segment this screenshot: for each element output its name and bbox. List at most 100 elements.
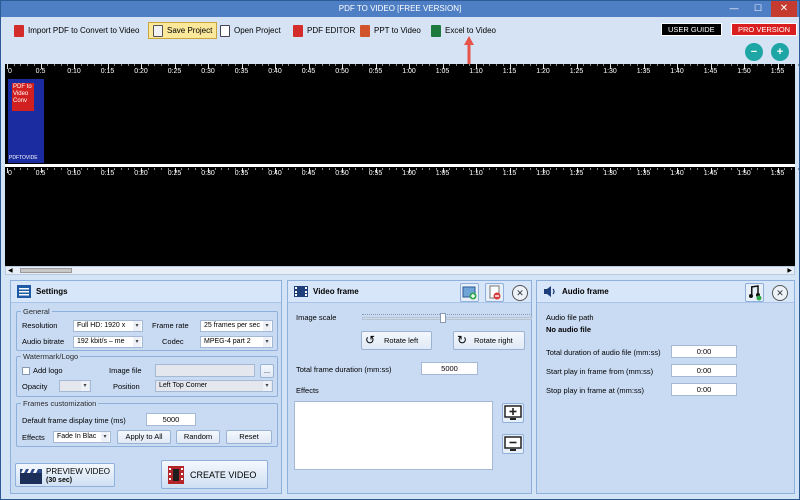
ruler-minor-tick (449, 168, 451, 170)
audio-bitrate-select[interactable]: 192 kbit/s – me (73, 336, 143, 348)
close-audio-frame-icon[interactable]: ✕ (772, 285, 788, 301)
apply-to-all-button[interactable]: Apply to All (117, 430, 171, 444)
position-select[interactable]: Left Top Corner (155, 380, 273, 392)
frame-duration-input[interactable]: 5000 (421, 362, 478, 375)
user-guide-button[interactable]: USER GUIDE (661, 23, 722, 36)
rotate-right-button[interactable]: ↻ Rotate right (453, 331, 525, 350)
ruler-minor-tick (362, 168, 364, 170)
remove-effect-icon[interactable] (502, 434, 524, 454)
ruler-minor-tick (53, 168, 55, 170)
ppt-to-video-label: PPT to Video (374, 26, 421, 35)
save-project-label: Save Project (167, 26, 213, 35)
image-scale-label: Image scale (296, 313, 337, 322)
ruler-minor-tick (415, 64, 417, 66)
ruler-minor-tick (717, 168, 719, 170)
timeline-ruler-bottom: 0 0:5 0:10 0:15 0:20 0:25 0:30 0:35 0:40 0:45 0:50… (5, 168, 799, 182)
rotate-left-button[interactable]: ↺ Rotate left (361, 331, 432, 350)
ruler-label: 0 (8, 68, 12, 75)
pdf-editor-button[interactable]: PDF EDITOR (288, 22, 360, 39)
ppt-to-video-button[interactable]: PPT to Video (355, 22, 426, 39)
browse-button[interactable]: ... (260, 364, 274, 378)
audio-start-input[interactable]: 0:00 (671, 364, 737, 377)
preview-video-button[interactable]: PREVIEW VIDEO (30 sec) (15, 463, 115, 487)
ruler-minor-tick (563, 168, 565, 170)
ruler-minor-tick (797, 64, 799, 66)
close-video-frame-icon[interactable]: ✕ (512, 285, 528, 301)
ruler-minor-tick (254, 168, 256, 170)
zoom-out-icon[interactable]: − (745, 43, 763, 61)
open-project-button[interactable]: Open Project (215, 22, 286, 39)
image-scale-slider[interactable] (362, 313, 532, 323)
ruler-label: 1:05 (435, 68, 450, 75)
ruler-minor-tick (589, 64, 591, 66)
ruler-minor-tick (636, 64, 638, 66)
import-pdf-button[interactable]: Import PDF to Convert to Video (9, 22, 144, 39)
ruler-minor-tick (650, 64, 652, 66)
zoom-in-icon[interactable]: + (771, 43, 789, 61)
settings-panel: Settings General Resolution Full HD: 192… (10, 280, 282, 494)
ruler-minor-tick (20, 64, 22, 66)
add-logo-checkbox[interactable] (22, 367, 30, 375)
maximize-icon[interactable]: ☐ (747, 1, 769, 17)
ruler-label: 1:40 (670, 68, 684, 75)
ruler-minor-tick (87, 64, 89, 66)
add-image-icon[interactable] (460, 283, 479, 302)
pdf-frame-thumbnail[interactable]: PDF to Video Conv PDFTOVIDE (8, 79, 44, 163)
settings-title: Settings (36, 287, 68, 296)
general-group-label: General (21, 307, 52, 316)
ruler-minor-tick (422, 168, 424, 170)
ruler-minor-tick (603, 64, 605, 66)
ruler-minor-tick (429, 168, 431, 170)
ruler-minor-tick (114, 168, 116, 170)
clapperboard-icon (20, 469, 42, 484)
minimize-icon[interactable]: — (723, 1, 745, 17)
remove-frame-icon[interactable] (485, 283, 504, 302)
random-button[interactable]: Random (176, 430, 220, 444)
ruler-minor-tick (228, 64, 230, 66)
audio-total-duration-input[interactable]: 0:00 (671, 345, 737, 358)
pro-version-button[interactable]: PRO VERSION (731, 23, 798, 36)
scrollbar-thumb[interactable] (20, 268, 72, 273)
ruler-minor-tick (154, 64, 156, 66)
ruler-minor-tick (288, 64, 290, 66)
default-time-input[interactable]: 5000 (146, 413, 196, 426)
resolution-select[interactable]: Full HD: 1920 x (73, 320, 143, 332)
timeline[interactable]: 0 0:5 0:10 0:15 0:20 0:25 0:30 0:35 0:40 0:45 0:50… (5, 64, 799, 266)
ruler-minor-tick (181, 64, 183, 66)
create-video-button[interactable]: CREATE VIDEO (161, 460, 268, 489)
image-file-input[interactable] (155, 364, 255, 377)
scroll-left-icon[interactable]: ◀ (8, 267, 13, 274)
codec-select[interactable]: MPEG-4 part 2 (200, 336, 273, 348)
rotate-left-label: Rotate left (384, 336, 419, 345)
ruler-minor-tick (368, 64, 370, 66)
codec-label: Codec (162, 337, 184, 346)
image-file-label: Image file (109, 366, 142, 375)
ruler-minor-tick (697, 168, 699, 170)
ruler-minor-tick (288, 168, 290, 170)
pro-version-label: PRO VERSION (738, 25, 791, 34)
reset-button[interactable]: Reset (226, 430, 272, 444)
ruler-minor-tick (214, 64, 216, 66)
ruler-minor-tick (482, 64, 484, 66)
scroll-right-icon[interactable]: ▶ (787, 267, 792, 274)
add-audio-icon[interactable] (745, 283, 764, 302)
ruler-label: 0:20 (134, 68, 148, 75)
speaker-icon (544, 286, 555, 297)
ruler-minor-tick (750, 168, 752, 170)
ruler-minor-tick (355, 168, 357, 170)
opacity-stepper[interactable] (59, 380, 91, 392)
close-window-icon[interactable]: ✕ (771, 1, 797, 17)
frame-rate-select[interactable]: 25 frames per sec (200, 320, 273, 332)
audio-stop-input[interactable]: 0:00 (671, 383, 737, 396)
ruler-minor-tick (784, 64, 786, 66)
ruler-minor-tick (797, 168, 799, 170)
slider-knob[interactable] (440, 313, 446, 323)
ruler-minor-tick (53, 64, 55, 66)
thumbnail-caption: PDFTOVIDE (9, 155, 38, 161)
save-project-button[interactable]: Save Project (148, 22, 218, 39)
effects-select[interactable]: Fade In Blac (53, 431, 111, 443)
ruler-minor-tick (522, 168, 524, 170)
effects-list[interactable] (294, 401, 493, 470)
timeline-scrollbar[interactable]: ◀ ▶ (5, 266, 795, 275)
add-effect-icon[interactable] (502, 403, 524, 423)
